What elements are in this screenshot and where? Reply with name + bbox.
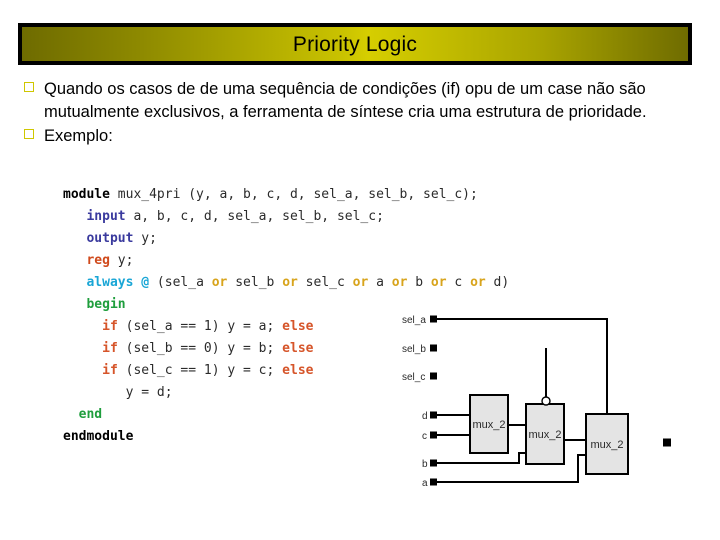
- code-token: else: [282, 363, 314, 378]
- code-token: sel_c: [297, 275, 353, 290]
- code-token: reg: [86, 253, 110, 268]
- code-token: endmodule: [63, 429, 134, 444]
- code-token: module: [63, 187, 110, 202]
- list-item-label: Quando os casos de de uma sequência de c…: [44, 80, 647, 121]
- priority-mux-schematic: mux_2 mux_2 mux_2 sel_a sel_b sel_cd c b a: [398, 300, 720, 540]
- port-terminal-icon: [430, 372, 437, 380]
- code-token: sel_b: [227, 275, 283, 290]
- inverter-bubble-icon: [541, 396, 551, 406]
- code-token: begin: [86, 297, 126, 312]
- code-line: input a, b, c, d, sel_a, sel_b, sel_c;: [63, 206, 509, 228]
- code-token: b: [407, 275, 431, 290]
- port-terminal-icon: [430, 459, 437, 467]
- bullet-list: Quando os casos de de uma sequência de c…: [22, 78, 682, 150]
- code-token: c: [446, 275, 471, 290]
- code-token: if: [102, 363, 118, 378]
- code-token: (sel_a == 1) y = a;: [117, 319, 283, 334]
- code-token: @: [141, 275, 150, 290]
- code-line: reg y;: [63, 250, 509, 272]
- code-token: mux_4pri (y, a, b, c, d, sel_a, sel_b, s…: [109, 187, 478, 202]
- port-terminal-icon: [430, 478, 437, 486]
- code-token: a, b, c, d, sel_a, sel_b, sel_c;: [125, 209, 384, 224]
- code-token: input: [86, 209, 126, 224]
- code-token: or: [352, 275, 369, 290]
- port-terminal-icon: [430, 344, 437, 352]
- hollow-square-bullet-icon: [22, 125, 44, 147]
- code-token: end: [78, 407, 103, 422]
- code-token: y = d;: [125, 385, 173, 400]
- slide-canvas: Priority Logic Quando os casos de de uma…: [0, 0, 720, 540]
- code-token: (sel_a: [149, 275, 212, 290]
- code-token: or: [470, 275, 486, 290]
- port-label: sel_b: [402, 344, 426, 355]
- list-item: Quando os casos de de uma sequência de c…: [22, 78, 682, 123]
- code-token: if: [102, 341, 118, 356]
- code-line: module mux_4pri (y, a, b, c, d, sel_a, s…: [63, 184, 509, 206]
- wire-b: [434, 452, 526, 464]
- port-label: b: [422, 459, 428, 470]
- output-port-terminal-icon: [663, 438, 671, 447]
- code-token: a: [368, 275, 392, 290]
- slide-title-gradient: Priority Logic: [22, 27, 688, 61]
- port-terminal-icon: [430, 411, 437, 419]
- list-item-label: Exemplo:: [44, 127, 113, 145]
- code-token: or: [282, 275, 298, 290]
- code-line: always @ (sel_a or sel_b or sel_c or a o…: [63, 272, 509, 294]
- mux-label: mux_2: [590, 439, 623, 451]
- code-token: (sel_c == 1) y = c;: [117, 363, 283, 378]
- code-token: (sel_b == 0) y = b;: [117, 341, 283, 356]
- code-token: y;: [133, 231, 157, 246]
- port-terminal-icon: [430, 315, 437, 323]
- wire-sel-a: [434, 318, 608, 414]
- code-token: always: [86, 275, 134, 290]
- code-token: else: [282, 319, 314, 334]
- port-label: sel_c: [402, 372, 425, 383]
- code-token: or: [211, 275, 228, 290]
- code-token: y;: [109, 253, 134, 268]
- port-label: a: [422, 478, 428, 489]
- code-line: output y;: [63, 228, 509, 250]
- code-token: output: [86, 231, 134, 246]
- page-title: Priority Logic: [292, 32, 418, 56]
- code-token: or: [391, 275, 408, 290]
- port-label: sel_a: [402, 315, 426, 326]
- slide-title-banner: Priority Logic: [18, 23, 692, 65]
- port-terminal-icon: [430, 431, 437, 439]
- port-label: d: [422, 411, 428, 422]
- mux-label: mux_2: [472, 419, 505, 431]
- code-token: if: [102, 319, 118, 334]
- list-item: Exemplo:: [22, 125, 682, 148]
- port-label: c: [422, 431, 427, 442]
- code-token: d): [485, 275, 510, 290]
- mux-label: mux_2: [528, 429, 561, 441]
- code-token: else: [282, 341, 314, 356]
- code-token: or: [430, 275, 447, 290]
- hollow-square-bullet-icon: [22, 78, 44, 100]
